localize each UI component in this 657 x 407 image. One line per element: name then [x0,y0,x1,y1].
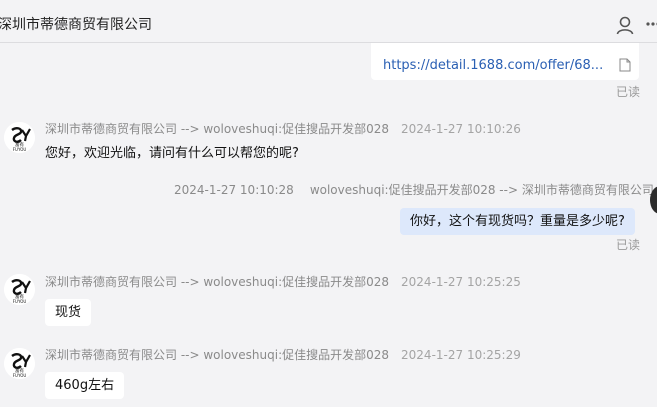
document-icon [619,58,631,72]
svg-text:FUYOU: FUYOU [13,373,27,378]
message-sender: 深圳市蒂德商贸有限公司 --> woloveshuqi:促佳搜品开发部028 [45,275,390,289]
message-time: 2024-1-27 10:25:29 [401,348,521,362]
message-meta: 深圳市蒂德商贸有限公司 --> woloveshuqi:促佳搜品开发部028 20… [45,273,521,290]
message-bubble: 现货 [45,299,92,326]
fuyou-logo-icon: 富有 FUYOU [4,348,35,379]
message-time: 2024-1-27 10:25:25 [401,275,521,289]
avatar[interactable]: 富有 FUYOU [4,348,35,379]
chat-header: 深圳市蒂德商贸有限公司 [0,0,657,43]
message-time: 2024-1-27 10:10:28 [174,183,294,197]
message-time: 2024-1-27 10:10:26 [401,122,521,136]
message-bubble: 460g左右 [45,372,125,399]
chat-title: 深圳市蒂德商贸有限公司 [0,17,152,33]
fuyou-logo-icon: 富有 FUYOU [4,122,35,153]
more-icon[interactable] [646,17,657,31]
read-status: 已读 [616,238,641,252]
message-bubble: 您好，欢迎光临，请问有什么可以帮您的呢? [45,146,299,161]
svg-text:FUYOU: FUYOU [13,299,27,304]
user-icon[interactable] [615,15,635,35]
link-card[interactable]: https://detail.1688.com/offer/68... [371,43,639,80]
read-status: 已读 [616,85,641,99]
svg-text:FUYOU: FUYOU [13,147,27,152]
offer-link[interactable]: https://detail.1688.com/offer/68... [383,58,603,73]
message-meta: 深圳市蒂德商贸有限公司 --> woloveshuqi:促佳搜品开发部028 20… [45,120,521,137]
avatar[interactable]: 富有 FUYOU [4,274,35,305]
message-meta: 2024-1-27 10:10:28 woloveshuqi:促佳搜品开发部028… [174,181,654,198]
message-sender: 深圳市蒂德商贸有限公司 --> woloveshuqi:促佳搜品开发部028 [45,348,390,362]
message-meta: 深圳市蒂德商贸有限公司 --> woloveshuqi:促佳搜品开发部028 20… [45,346,521,363]
avatar[interactable]: 富有 FUYOU [4,122,35,153]
fuyou-logo-icon: 富有 FUYOU [4,274,35,305]
message-sender: woloveshuqi:促佳搜品开发部028 --> 深圳市蒂德商贸有限公司 [309,183,654,197]
message-sender: 深圳市蒂德商贸有限公司 --> woloveshuqi:促佳搜品开发部028 [45,122,390,136]
message-bubble: 你好，这个有现货吗？重量是多少呢? [400,208,635,235]
